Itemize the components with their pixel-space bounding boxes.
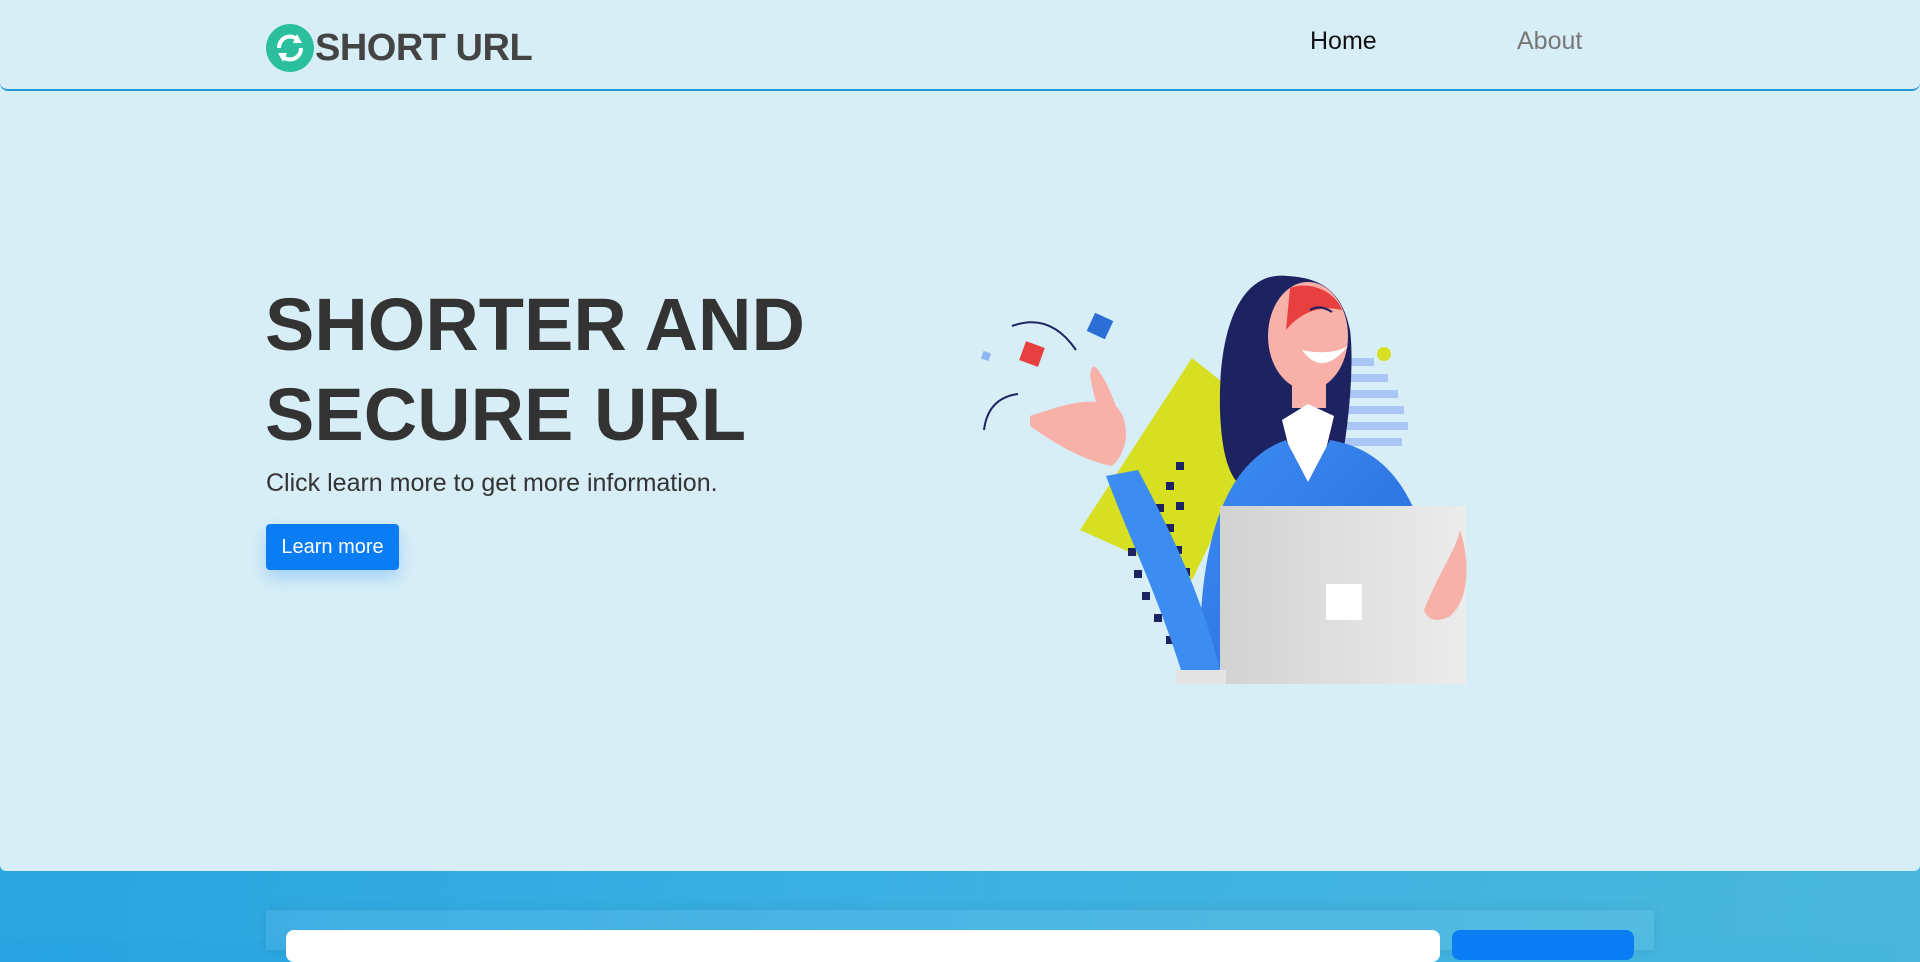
refresh-icon bbox=[266, 24, 314, 72]
url-input[interactable] bbox=[286, 930, 1440, 962]
hero-title-line-1: SHORTER AND bbox=[265, 283, 805, 366]
learn-more-button[interactable]: Learn more bbox=[266, 524, 399, 570]
shorten-button[interactable] bbox=[1452, 930, 1634, 960]
hero-title: SHORTER AND SECURE URL bbox=[265, 280, 885, 460]
nav-link-home[interactable]: Home bbox=[1310, 27, 1377, 56]
shorten-form bbox=[266, 910, 1654, 962]
brand-name: SHORT URL bbox=[315, 26, 533, 69]
hero-section: SHORT URL Home About SHORTER AND SECURE … bbox=[0, 0, 1920, 871]
brand[interactable]: SHORT URL bbox=[266, 24, 533, 72]
nav-link-about[interactable]: About bbox=[1517, 27, 1582, 56]
hero-title-line-2: SECURE URL bbox=[265, 373, 747, 456]
top-navbar: SHORT URL Home About bbox=[0, 0, 1920, 91]
hero-subtitle: Click learn more to get more information… bbox=[266, 469, 718, 497]
woman-with-laptop-illustration bbox=[970, 270, 1490, 695]
